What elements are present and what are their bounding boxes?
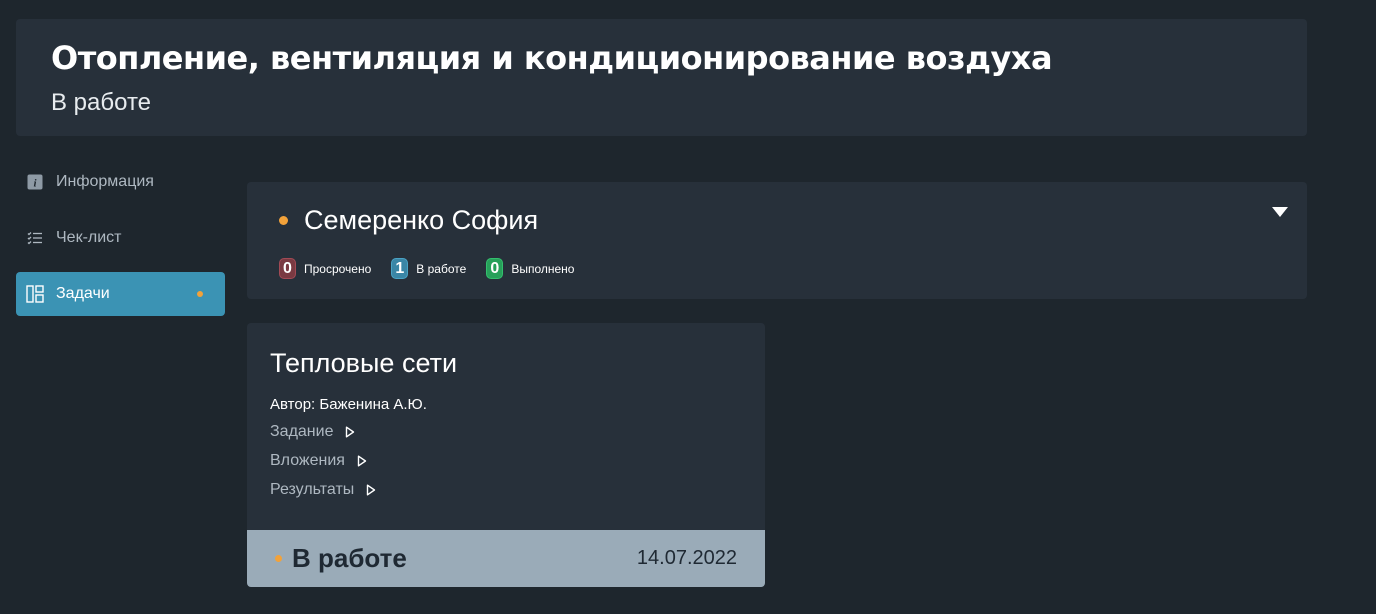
- assignee-panel: Семеренко София 0 Просрочено 1 В работе …: [247, 182, 1307, 299]
- board-icon: [26, 285, 44, 303]
- sidebar-item-label: Задачи: [56, 285, 110, 302]
- status-dot: [275, 555, 282, 562]
- play-triangle-icon: [345, 426, 355, 438]
- counter-done: 0 Выполнено: [486, 258, 574, 279]
- sidebar-item-label: Информация: [56, 173, 154, 190]
- counter-badge: 0: [486, 258, 504, 279]
- link-label: Результаты: [270, 481, 355, 498]
- notification-dot: [197, 291, 203, 297]
- assignee-name: Семеренко София: [304, 205, 539, 235]
- play-triangle-icon: [366, 484, 376, 496]
- task-counters: 0 Просрочено 1 В работе 0 Выполнено: [279, 258, 1275, 279]
- task-title: Тепловые сети: [270, 348, 458, 378]
- page-header: Отопление, вентиляция и кондиционировани…: [16, 19, 1307, 136]
- sidebar-item-label: Чек-лист: [56, 229, 122, 246]
- task-assignment-link[interactable]: Задание: [270, 422, 742, 442]
- play-triangle-icon: [357, 455, 367, 467]
- checklist-icon: [26, 229, 44, 247]
- counter-badge: 1: [391, 258, 409, 279]
- page-status: В работе: [51, 89, 152, 116]
- link-label: Задание: [270, 423, 334, 440]
- link-label: Вложения: [270, 452, 345, 469]
- task-attachments-link[interactable]: Вложения: [270, 451, 742, 471]
- task-status-footer: В работе 14.07.2022: [247, 530, 765, 587]
- sidebar: i Информация Чек-лист Задачи: [16, 160, 225, 328]
- sidebar-item-info[interactable]: i Информация: [16, 160, 225, 204]
- counter-label: В работе: [416, 261, 467, 276]
- sidebar-item-tasks[interactable]: Задачи: [16, 272, 225, 316]
- task-author: Автор: Баженина А.Ю.: [270, 396, 427, 413]
- status-dot: [279, 215, 288, 225]
- counter-in-progress: 1 В работе: [391, 258, 466, 279]
- page-title: Отопление, вентиляция и кондиционировани…: [51, 39, 1053, 77]
- counter-badge: 0: [279, 258, 296, 279]
- task-results-link[interactable]: Результаты: [270, 480, 742, 500]
- expand-caret-icon[interactable]: [1272, 207, 1288, 217]
- task-status: В работе: [292, 543, 407, 573]
- task-date: 14.07.2022: [636, 547, 737, 569]
- task-card[interactable]: Тепловые сети Автор: Баженина А.Ю. Задан…: [247, 323, 765, 587]
- counter-label: Просрочено: [304, 261, 372, 276]
- counter-overdue: 0 Просрочено: [279, 258, 371, 279]
- sidebar-item-checklist[interactable]: Чек-лист: [16, 216, 225, 260]
- info-icon: i: [26, 173, 44, 191]
- counter-label: Выполнено: [511, 261, 575, 276]
